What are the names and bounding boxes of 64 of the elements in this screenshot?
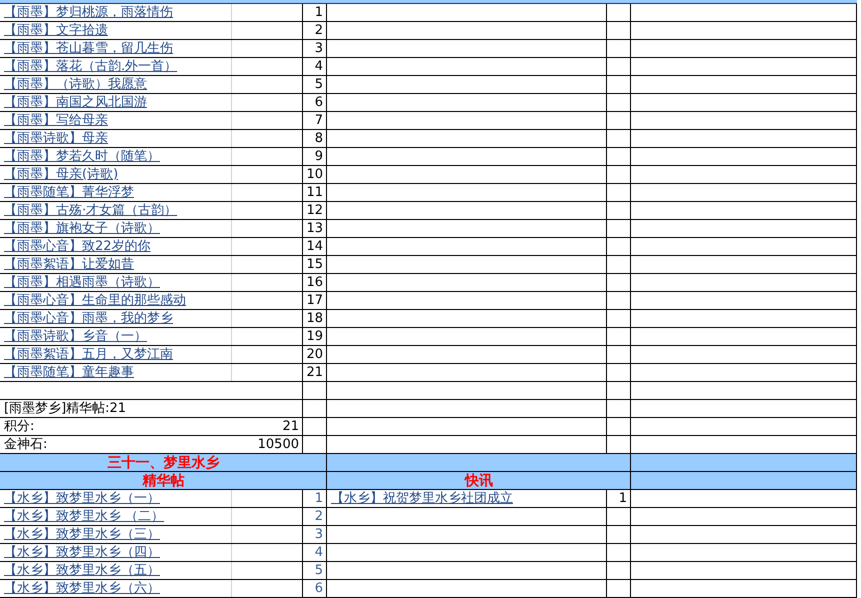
post-number: 21 [306, 365, 323, 381]
post-link[interactable]: 【雨墨】南国之风北国游 [4, 95, 147, 111]
post-link[interactable]: 【雨墨诗歌】母亲 [4, 131, 108, 147]
post-link[interactable]: 【雨墨】文字拾遗 [4, 23, 108, 39]
post-number: 16 [306, 275, 323, 291]
post-number: 12 [306, 203, 323, 219]
post-link[interactable]: 【水乡】致梦里水乡（一） [4, 491, 160, 507]
column-heading: 快讯 [465, 473, 493, 489]
post-number: 5 [314, 563, 323, 579]
stat-value: 10500 [258, 437, 299, 453]
post-number: 6 [314, 581, 323, 597]
post-number: 20 [306, 347, 323, 363]
post-number: 2 [314, 509, 323, 525]
post-link[interactable]: 【雨墨】梦若久时（随笔） [4, 149, 160, 165]
post-link[interactable]: 【水乡】致梦里水乡（六） [4, 581, 160, 597]
post-number: 17 [306, 293, 323, 309]
post-link[interactable]: 【雨墨】落花（古韵.外一首） [4, 59, 178, 75]
post-number: 9 [314, 149, 323, 165]
post-number: 5 [314, 77, 323, 93]
post-link[interactable]: 【雨墨】相遇雨墨（诗歌） [4, 275, 160, 291]
column-heading: 精华帖 [142, 473, 184, 489]
post-link[interactable]: 【水乡】致梦里水乡 （二） [4, 509, 164, 525]
post-link[interactable]: 【雨墨随笔】菁华浮梦 [4, 185, 134, 201]
post-link[interactable]: 【雨墨】母亲(诗歌) [4, 167, 118, 183]
post-number: 3 [314, 527, 323, 543]
post-number: 1 [314, 491, 323, 507]
post-number: 4 [314, 545, 323, 561]
post-link[interactable]: 【雨墨】（诗歌）我愿意 [4, 77, 147, 93]
post-link[interactable]: 【雨墨】古殇·才女篇（古韵） [4, 203, 178, 219]
post-link[interactable]: 【雨墨心音】致22岁的你 [4, 239, 151, 255]
post-link[interactable]: 【雨墨絮语】五月，又梦江南 [4, 347, 173, 363]
post-link[interactable]: 【雨墨随笔】童年趣事 [4, 365, 134, 381]
post-number: 13 [306, 221, 323, 237]
post-number: 15 [306, 257, 323, 273]
news-link[interactable]: 【水乡】祝贺梦里水乡社团成立 [331, 491, 513, 507]
post-number: 14 [306, 239, 323, 255]
post-number: 8 [314, 131, 323, 147]
stat-label: 积分: [4, 419, 34, 435]
post-number: 4 [314, 59, 323, 75]
post-link[interactable]: 【水乡】致梦里水乡（四） [4, 545, 160, 561]
section-title: 三十一、梦里水乡 [108, 455, 220, 471]
news-number: 1 [618, 491, 627, 507]
post-number: 6 [314, 95, 323, 111]
post-number: 10 [306, 167, 323, 183]
post-link[interactable]: 【雨墨】旗袍女子（诗歌） [4, 221, 160, 237]
post-link[interactable]: 【水乡】致梦里水乡（五） [4, 563, 160, 579]
post-link[interactable]: 【雨墨】苍山暮雪，留几生伤 [4, 41, 173, 57]
post-number: 1 [314, 5, 323, 21]
post-number: 18 [306, 311, 323, 327]
post-link[interactable]: 【雨墨絮语】让爱如昔 [4, 257, 134, 273]
post-link[interactable]: 【雨墨诗歌】乡音（一） [4, 329, 147, 345]
summary-text: [雨墨梦乡]精华帖:21 [4, 401, 126, 417]
stat-value: 21 [282, 419, 299, 435]
post-link[interactable]: 【水乡】致梦里水乡（三） [4, 527, 160, 543]
post-number: 7 [314, 113, 323, 129]
post-number: 11 [306, 185, 323, 201]
stat-label: 金神石: [4, 437, 48, 453]
post-link[interactable]: 【雨墨】写给母亲 [4, 113, 108, 129]
post-number: 3 [314, 41, 323, 57]
post-link[interactable]: 【雨墨心音】雨墨，我的梦乡 [4, 311, 173, 327]
post-link[interactable]: 【雨墨】梦归桃源，雨落情伤 [4, 5, 173, 21]
post-number: 19 [306, 329, 323, 345]
post-number: 2 [314, 23, 323, 39]
post-link[interactable]: 【雨墨心音】生命里的那些感动 [4, 293, 186, 309]
